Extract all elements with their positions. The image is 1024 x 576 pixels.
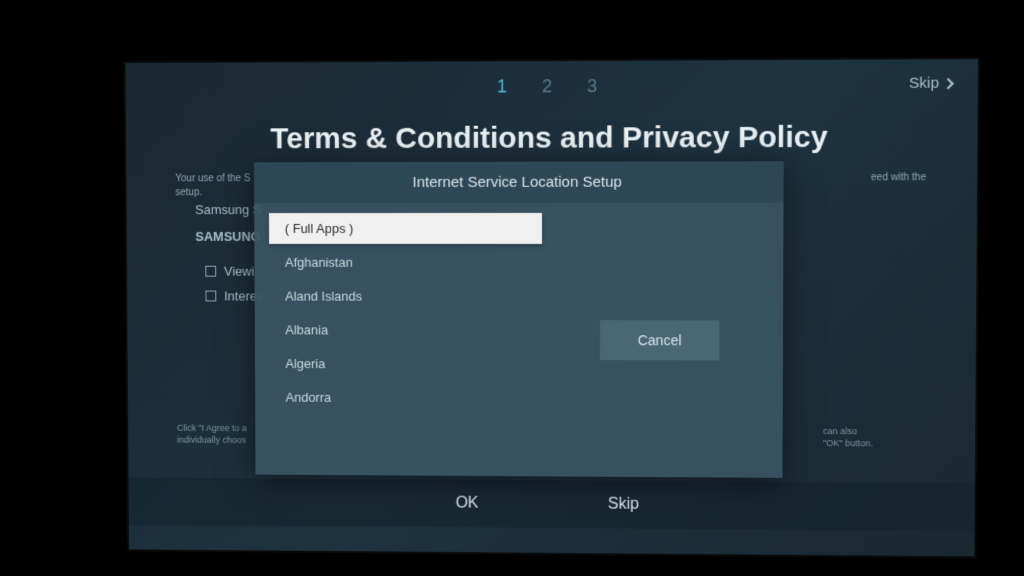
terms-item: Samsung S [195, 202, 263, 217]
skip-button[interactable]: Skip [608, 496, 639, 514]
tv-screen: 1 2 3 Skip Terms & Conditions and Privac… [123, 57, 980, 558]
chevron-right-icon [942, 77, 954, 89]
location-item-algeria[interactable]: Algeria [270, 348, 542, 380]
location-item-aland-islands[interactable]: Aland Islands [269, 281, 542, 312]
footer-text-right: can also "OK" button. [823, 425, 945, 451]
checkbox-icon [205, 266, 216, 277]
terms-list: Samsung S SAMSUNG Viewi Interes [195, 202, 263, 313]
location-item-albania[interactable]: Albania [269, 314, 542, 346]
cancel-button[interactable]: Cancel [600, 320, 720, 360]
terms-item: SAMSUNG [195, 229, 263, 244]
location-modal: Internet Service Location Setup ( Full A… [254, 161, 784, 478]
location-item-afghanistan[interactable]: Afghanistan [269, 247, 542, 278]
ok-button[interactable]: OK [456, 495, 479, 513]
location-list[interactable]: ( Full Apps ) Afghanistan Aland Islands … [254, 203, 557, 476]
top-bar: 1 2 3 [126, 74, 978, 99]
skip-top-button[interactable]: Skip [909, 74, 952, 91]
location-item-andorra[interactable]: Andorra [270, 382, 542, 414]
checkbox-icon [205, 291, 216, 302]
location-item-full-apps[interactable]: ( Full Apps ) [269, 213, 542, 244]
button-bar: OK Skip [128, 478, 974, 532]
page-title: Terms & Conditions and Privacy Policy [126, 120, 978, 156]
step-2[interactable]: 2 [542, 76, 552, 97]
skip-top-label: Skip [909, 75, 939, 92]
step-indicator: 1 2 3 [497, 76, 597, 98]
step-1[interactable]: 1 [497, 76, 507, 97]
step-3[interactable]: 3 [587, 76, 597, 97]
modal-title: Internet Service Location Setup [254, 161, 784, 203]
